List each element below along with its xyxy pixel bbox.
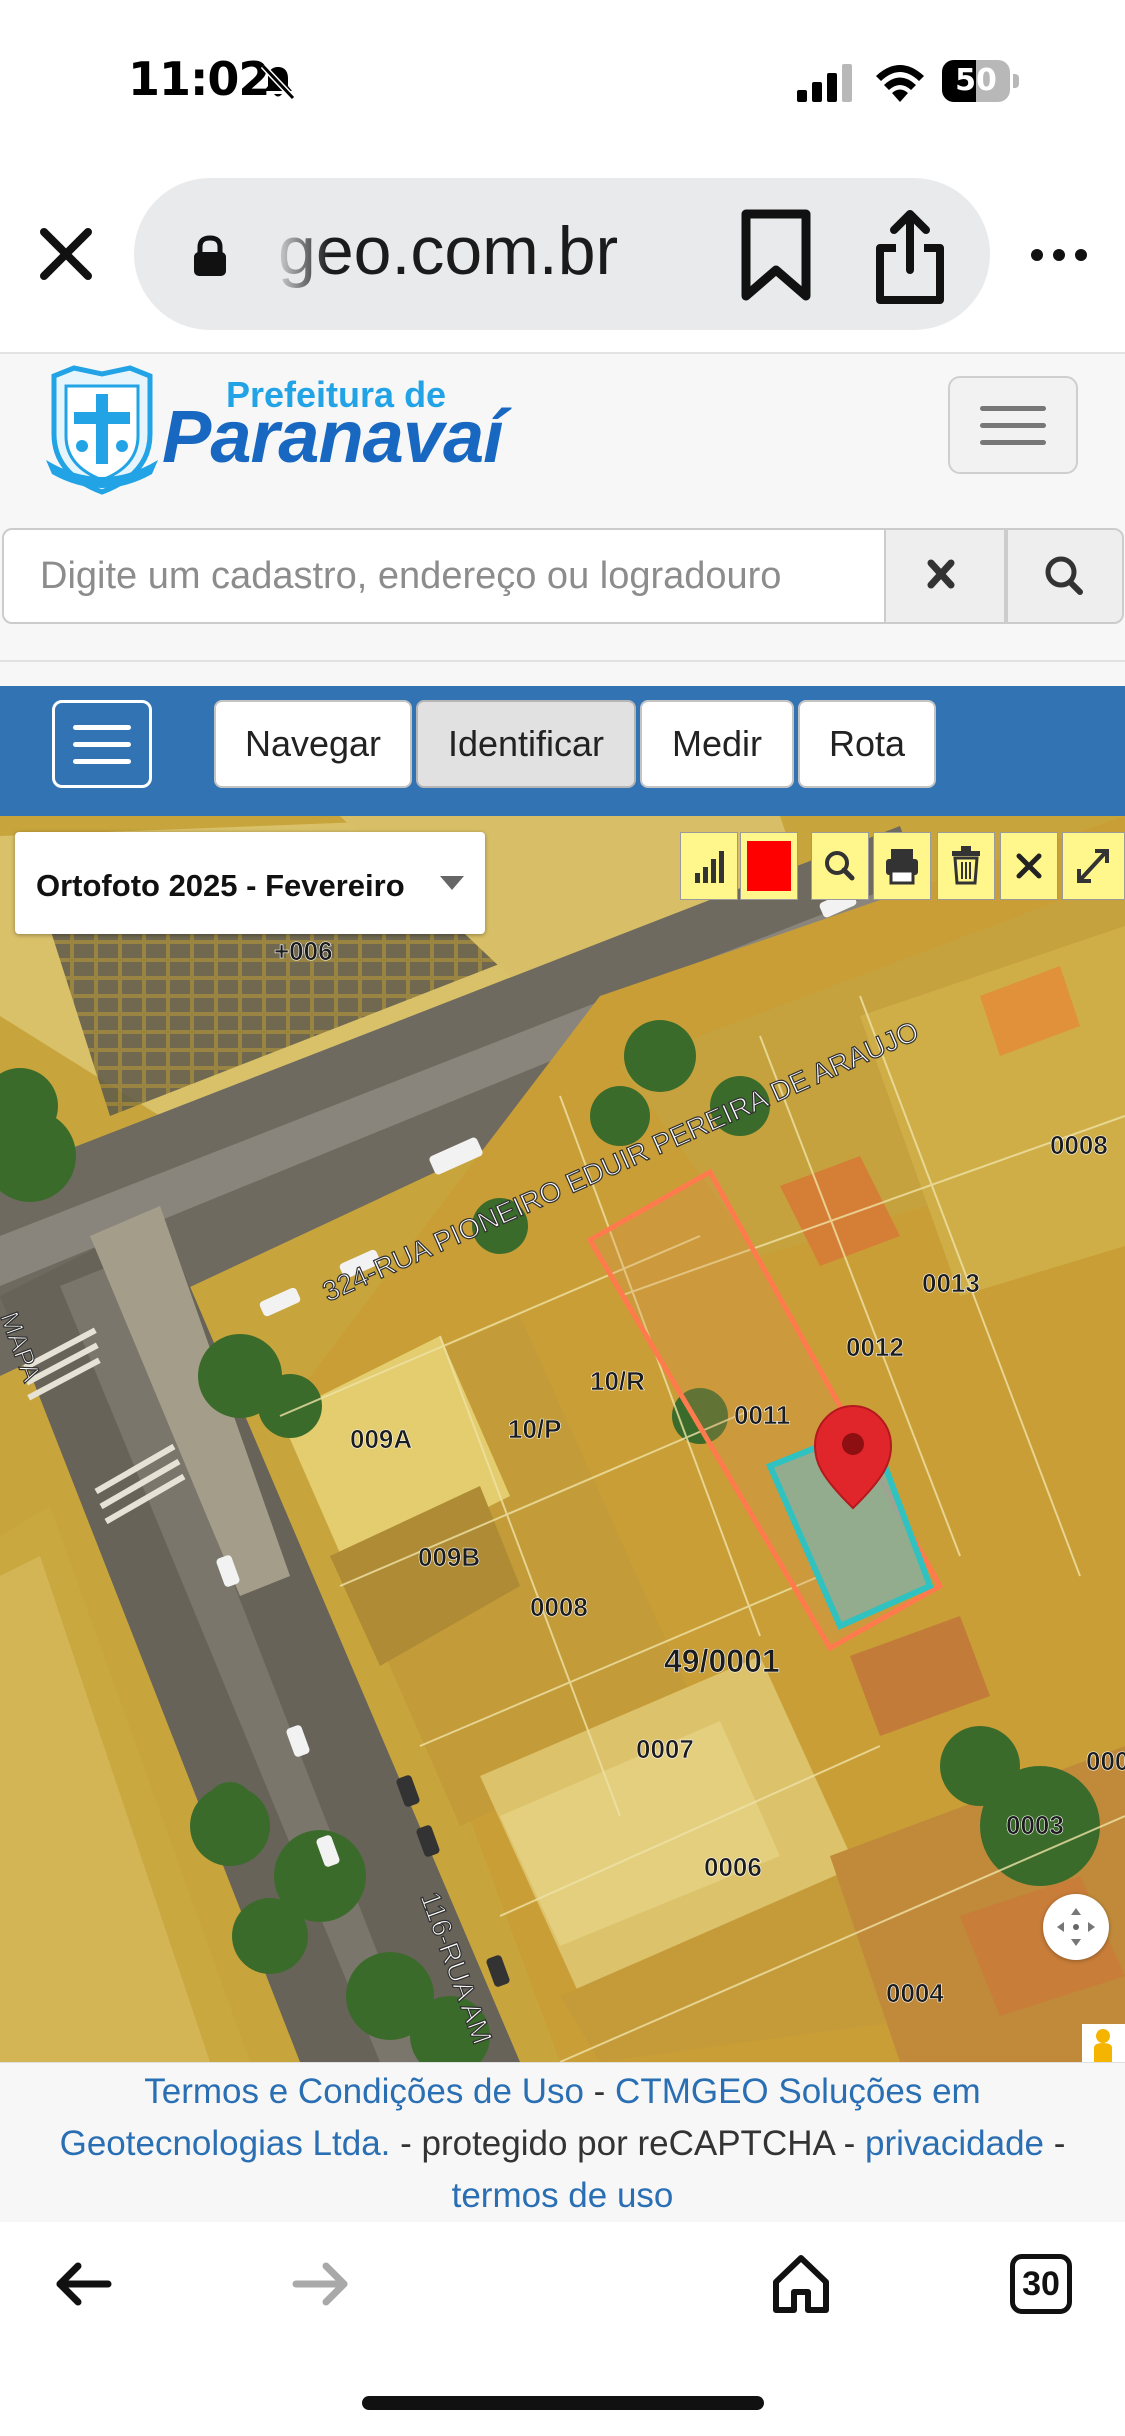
map-tool-search[interactable] <box>811 832 869 900</box>
lot-label: 49/0001 <box>664 1643 780 1679</box>
map-tool-signal[interactable] <box>680 832 738 900</box>
close-icon <box>1016 853 1042 879</box>
back-arrow-icon[interactable] <box>54 2262 112 2306</box>
map-tool-fullscreen[interactable] <box>1062 832 1125 900</box>
crosshair-icon <box>1057 1908 1095 1946</box>
recaptcha-text: - protegido por reCAPTCHA - <box>390 2124 866 2163</box>
close-icon[interactable] <box>34 222 98 286</box>
search-icon <box>825 851 855 881</box>
trash-icon <box>952 846 980 885</box>
map-tool-delete[interactable] <box>937 832 995 900</box>
lot-label: 0012 <box>846 1332 904 1362</box>
bookmark-icon[interactable] <box>738 208 814 302</box>
lot-label: 0003 <box>1006 1810 1064 1840</box>
map-tool-print[interactable] <box>873 832 931 900</box>
footer-separator: - <box>583 2072 616 2111</box>
lot-label: 10/R <box>590 1366 645 1396</box>
city-crest-logo <box>46 365 158 495</box>
expand-icon <box>1077 849 1109 883</box>
status-time: 11:02 <box>128 52 270 106</box>
tab-navegar[interactable]: Navegar <box>214 700 412 788</box>
color-swatch-icon <box>747 841 791 891</box>
lot-label: 0006 <box>704 1852 762 1882</box>
map-tool-color[interactable] <box>740 832 798 900</box>
home-icon[interactable] <box>770 2252 832 2314</box>
tab-identificar[interactable]: Identificar <box>416 700 636 788</box>
aerial-map: 324-RUA PIONEIRO EDUIR PEREIRA DE ARAUJO… <box>0 816 1125 2062</box>
clear-x-icon <box>927 559 955 589</box>
tab-medir[interactable]: Medir <box>640 700 794 788</box>
wifi-icon <box>876 65 924 102</box>
lot-label: 10/P <box>508 1414 562 1444</box>
map-tool-close[interactable] <box>1000 832 1058 900</box>
lot-label: 0004 <box>886 1978 944 2008</box>
logo-line-city: Paranavaí <box>162 395 504 478</box>
search-icon <box>1045 556 1083 595</box>
lot-label: 0008 <box>1050 1130 1108 1160</box>
share-icon[interactable] <box>872 208 948 306</box>
print-icon <box>886 849 918 885</box>
tabs-count-button[interactable]: 30 <box>1010 2254 1072 2314</box>
lot-label: +006 <box>274 936 333 966</box>
chevron-down-icon <box>440 876 464 890</box>
map-view[interactable]: 324-RUA PIONEIRO EDUIR PEREIRA DE ARAUJO… <box>0 816 1125 2062</box>
privacy-link[interactable]: privacidade <box>865 2124 1044 2163</box>
forward-arrow-icon[interactable] <box>292 2262 350 2306</box>
signal-bars-icon <box>695 851 724 883</box>
spacer <box>0 628 1125 686</box>
site-menu-button[interactable] <box>948 376 1078 474</box>
search-input[interactable] <box>2 528 886 624</box>
basemap-layer-label: Ortofoto 2025 - Fevereiro <box>36 868 405 903</box>
cellular-signal-icon <box>797 64 852 102</box>
map-menu-button[interactable] <box>52 700 152 788</box>
lock-icon <box>194 235 226 276</box>
divider <box>0 660 1125 662</box>
recenter-button[interactable] <box>1043 1894 1109 1960</box>
terms-of-use-link[interactable]: termos de uso <box>452 2176 674 2215</box>
lot-label: 0007 <box>636 1734 694 1764</box>
lot-label: 009B <box>418 1542 480 1572</box>
lot-label: 000 <box>1086 1746 1125 1776</box>
url-fade <box>270 210 330 300</box>
search-button[interactable] <box>1006 528 1124 624</box>
more-options-icon[interactable] <box>1030 240 1088 270</box>
silent-bell-icon <box>260 63 296 101</box>
lot-label: 0008 <box>530 1592 588 1622</box>
street-view-pegman-icon[interactable] <box>1082 2024 1125 2062</box>
lot-label: 0011 <box>734 1400 790 1430</box>
footer-separator: - <box>1044 2124 1066 2163</box>
lot-label: 009A <box>350 1424 412 1454</box>
home-indicator <box>362 2396 764 2410</box>
battery-percent: 50 <box>955 63 997 98</box>
battery-indicator: 50 <box>942 60 1020 102</box>
footer-text: Termos e Condições de Uso - CTMGEO Soluç… <box>20 2066 1105 2222</box>
search-clear-button[interactable] <box>886 528 1006 624</box>
terms-link[interactable]: Termos e Condições de Uso <box>144 2072 584 2111</box>
lot-label: 0013 <box>922 1268 980 1298</box>
tab-rota[interactable]: Rota <box>798 700 936 788</box>
